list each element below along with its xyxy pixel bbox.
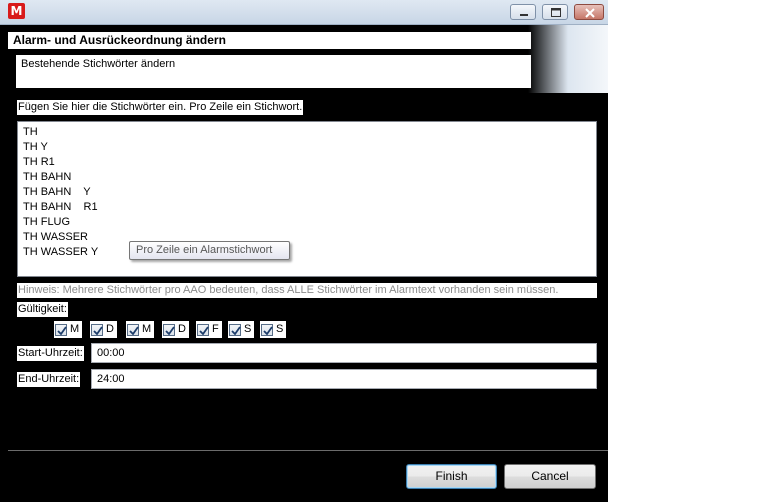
day-checkbox-item[interactable]: D [162, 321, 189, 338]
end-time-input[interactable]: 24:00 [91, 369, 597, 389]
maximize-icon [551, 8, 561, 17]
dialog-title: Alarm- und Ausrückeordnung ändern [8, 32, 531, 49]
keyword-line: TH BAHN Y [23, 186, 91, 198]
keyword-line: TH FLUG [23, 216, 71, 228]
day-label: M [70, 323, 80, 335]
day-label: S [244, 323, 252, 335]
day-checkbox[interactable] [261, 323, 273, 336]
end-time-label: End-Uhrzeit: [17, 372, 81, 387]
day-checkbox-item[interactable]: S [228, 321, 255, 338]
finish-button[interactable]: Finish [406, 464, 497, 489]
day-checkbox[interactable] [229, 323, 241, 336]
day-label: D [106, 323, 114, 335]
day-checkbox[interactable] [55, 323, 67, 336]
day-checkbox-item[interactable]: D [90, 321, 117, 338]
day-checkbox[interactable] [91, 323, 103, 336]
start-time-label: Start-Uhrzeit: [17, 346, 84, 361]
keyword-line: TH R1 [23, 156, 55, 168]
checkmark-icon [199, 325, 209, 335]
dialog-subtitle: Bestehende Stichwörter ändern [16, 55, 531, 88]
maximize-button[interactable] [542, 4, 568, 20]
keywords-label: Fügen Sie hier die Stichwörter ein. Pro … [17, 100, 304, 115]
minimize-button[interactable] [510, 4, 536, 20]
app-logo-icon: M [8, 3, 25, 19]
checkmark-icon [263, 325, 273, 335]
validity-label: Gültigkeit: [17, 302, 68, 317]
day-label: D [178, 323, 186, 335]
title-bar[interactable]: M [0, 0, 608, 25]
dialog-header: Alarm- und Ausrückeordnung ändern Besteh… [8, 25, 608, 93]
keyword-line: TH Y [23, 141, 48, 153]
day-label: S [276, 323, 284, 335]
keyword-line: TH WASSER Y [23, 246, 99, 258]
day-checkbox[interactable] [197, 323, 209, 336]
keywords-textarea[interactable]: TH TH Y TH R1 TH BAHN TH BAHN Y TH BAHN R1 TH … [17, 121, 597, 277]
close-button[interactable] [574, 4, 604, 20]
day-checkbox-item[interactable]: M [126, 321, 155, 338]
checkmark-icon [93, 325, 103, 335]
keyword-line: TH BAHN R1 [23, 201, 98, 213]
checkmark-icon [231, 325, 241, 335]
day-label: F [212, 323, 219, 335]
keyword-line: TH WASSER [23, 231, 88, 243]
cancel-button[interactable]: Cancel [504, 464, 596, 489]
keyword-line: TH [23, 126, 38, 138]
day-checkbox-item[interactable]: S [260, 321, 287, 338]
checkmark-icon [129, 325, 139, 335]
day-checkbox[interactable] [163, 323, 175, 336]
keywords-tooltip: Pro Zeile ein Alarmstichwort [129, 241, 290, 260]
checkmark-icon [165, 325, 175, 335]
keyword-line: TH BAHN [23, 171, 72, 183]
dialog-window: M Alarm- und Ausrückeordnung ändern Best… [0, 0, 608, 502]
checkmark-icon [57, 325, 67, 335]
day-checkbox-item[interactable]: F [196, 321, 222, 338]
day-label: M [142, 323, 152, 335]
close-icon [585, 8, 595, 18]
start-time-input[interactable]: 00:00 [91, 343, 597, 363]
hint-text: Hinweis: Mehrere Stichwörter pro AAO bed… [17, 283, 597, 298]
minimize-icon [520, 14, 528, 16]
day-checkbox-item[interactable]: M [54, 321, 83, 338]
day-checkbox[interactable] [127, 323, 139, 336]
